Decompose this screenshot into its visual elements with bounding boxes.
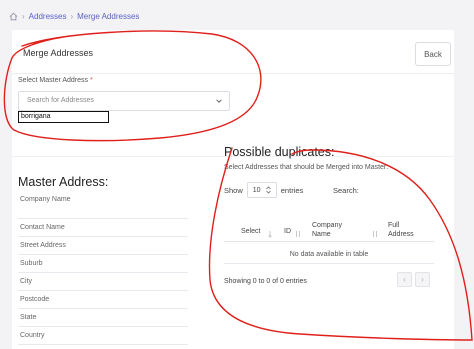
master-select-label: Select Master Address * <box>18 77 93 84</box>
column-header-select[interactable]: Select <box>241 227 260 236</box>
sort-icon[interactable] <box>295 230 301 238</box>
master-address-select[interactable]: Search for Addresses <box>18 91 230 111</box>
table-info: Showing 0 to 0 of 0 entries <box>224 278 307 285</box>
card-header: Merge Addresses Back <box>12 30 454 74</box>
back-button[interactable]: Back <box>415 42 451 66</box>
column-header-id[interactable]: ID <box>284 227 291 236</box>
field-street-address: Street Address <box>18 237 188 255</box>
updown-icon <box>265 186 271 194</box>
home-icon[interactable] <box>9 12 18 21</box>
breadcrumb: › Addresses › Merge Addresses <box>9 10 139 22</box>
master-address-fields: Company Name Contact Name Street Address… <box>18 193 188 345</box>
breadcrumb-current: Merge Addresses <box>77 11 140 21</box>
entries-label: entries <box>280 185 304 195</box>
field-country: Country <box>18 327 188 345</box>
column-header-full-address[interactable]: Full Address <box>388 221 418 239</box>
field-postcode: Postcode <box>18 291 188 309</box>
chevron-down-icon <box>216 99 222 103</box>
master-address-placeholder: Search for Addresses <box>27 97 94 104</box>
breadcrumb-separator: › <box>70 11 74 21</box>
sort-icon[interactable] <box>267 230 273 238</box>
merge-addresses-page: › Addresses › Merge Addresses Merge Addr… <box>0 0 474 349</box>
pagination: ‹ › <box>397 272 430 287</box>
column-header-company-name[interactable]: Company Name <box>312 221 352 239</box>
field-state: State <box>18 309 188 327</box>
master-address-search-input[interactable]: borrigana <box>18 111 109 123</box>
field-city: City <box>18 273 188 291</box>
entries-length-control: Show 10 entries <box>224 182 303 198</box>
table-header-row: Select ID Company Name Full Address <box>224 216 434 242</box>
show-label: Show <box>224 185 243 195</box>
empty-table-message: No data available in table <box>224 246 434 264</box>
breadcrumb-separator: › <box>22 11 25 21</box>
master-address-heading: Master Address: <box>18 175 109 189</box>
entries-select[interactable]: 10 <box>246 182 277 198</box>
field-contact-name: Contact Name <box>18 219 188 237</box>
field-company-name: Company Name <box>18 193 188 219</box>
table-search-label: Search: <box>333 186 359 195</box>
page-title: Merge Addresses <box>23 48 94 58</box>
master-select-label-text: Select Master Address <box>18 77 89 84</box>
required-mark: * <box>89 77 93 84</box>
field-suburb: Suburb <box>18 255 188 273</box>
breadcrumb-addresses-link[interactable]: Addresses <box>29 12 67 21</box>
duplicates-subtitle: Select Addresses that should be Merged i… <box>224 164 389 171</box>
duplicates-heading: Possible duplicates: <box>224 145 335 159</box>
prev-page-button[interactable]: ‹ <box>397 272 412 287</box>
entries-select-value: 10 <box>252 186 261 194</box>
sort-icon[interactable] <box>372 230 378 238</box>
next-page-button[interactable]: › <box>415 272 430 287</box>
